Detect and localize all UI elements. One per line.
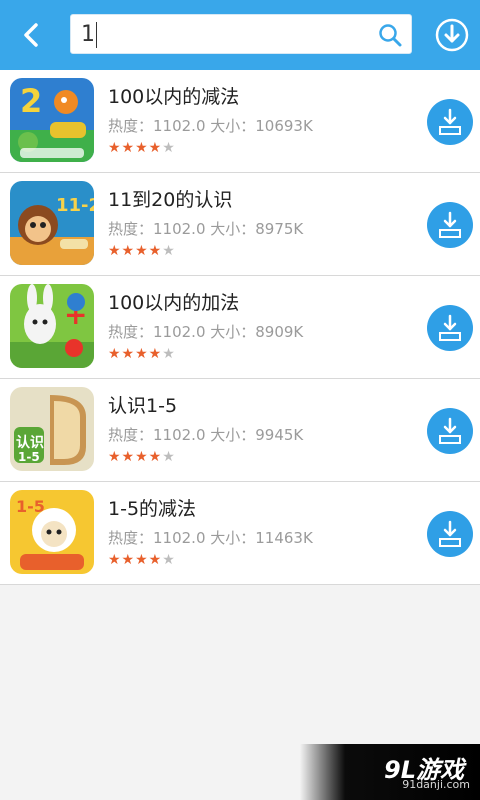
download-button[interactable] bbox=[427, 511, 473, 557]
download-button[interactable] bbox=[427, 202, 473, 248]
rating-stars: ★★★★★ bbox=[108, 243, 176, 259]
app-icon-11-20: 11-20 bbox=[10, 181, 94, 265]
back-button[interactable] bbox=[14, 17, 50, 53]
download-button[interactable] bbox=[427, 408, 473, 454]
watermark-url: 91danji.com bbox=[402, 778, 470, 791]
app-list: 2 100以内的减法 热度：1102.0 大小：10693K ★★★★★ 11-… bbox=[0, 70, 480, 585]
app-icon-1-5-subtraction: 1-5 bbox=[10, 490, 94, 574]
search-icon bbox=[379, 24, 402, 47]
search-input[interactable]: 1 bbox=[70, 14, 412, 54]
rating-stars: ★★★★★ bbox=[108, 552, 176, 568]
svg-text:2: 2 bbox=[20, 82, 42, 120]
list-item[interactable]: 2 100以内的减法 热度：1102.0 大小：10693K ★★★★★ bbox=[0, 70, 480, 173]
download-icon bbox=[439, 417, 461, 444]
text-caret bbox=[96, 22, 97, 48]
app-icon-1-5: 认识 1-5 bbox=[10, 387, 94, 471]
app-icon-100-addition: + bbox=[10, 284, 94, 368]
svg-text:1-5: 1-5 bbox=[16, 497, 45, 516]
app-title: 认识1-5 bbox=[108, 395, 178, 417]
search-input-value: 1 bbox=[81, 22, 95, 47]
app-title: 11到20的认识 bbox=[108, 189, 233, 211]
top-bar: 1 bbox=[0, 0, 480, 70]
app-meta: 热度：1102.0 大小：8909K bbox=[108, 323, 304, 341]
rating-stars: ★★★★★ bbox=[108, 449, 176, 465]
rating-stars: ★★★★★ bbox=[108, 140, 176, 156]
app-meta: 热度：1102.0 大小：8975K bbox=[108, 220, 304, 238]
download-button[interactable] bbox=[427, 99, 473, 145]
svg-text:认识: 认识 bbox=[16, 434, 44, 451]
list-item[interactable]: 认识 1-5 认识1-5 热度：1102.0 大小：9945K ★★★★★ bbox=[0, 379, 480, 482]
list-item[interactable]: 11-20 11到20的认识 热度：1102.0 大小：8975K ★★★★★ bbox=[0, 173, 480, 276]
app-title: 100以内的减法 bbox=[108, 86, 240, 108]
download-button[interactable] bbox=[427, 305, 473, 351]
download-icon bbox=[435, 18, 469, 52]
download-icon bbox=[439, 520, 461, 547]
list-item[interactable]: + 100以内的加法 热度：1102.0 大小：8909K ★★★★★ bbox=[0, 276, 480, 379]
download-manager-button[interactable] bbox=[434, 17, 470, 53]
app-meta: 热度：1102.0 大小：11463K bbox=[108, 529, 313, 547]
svg-text:1-5: 1-5 bbox=[18, 450, 40, 464]
svg-text:11-20: 11-20 bbox=[56, 195, 94, 216]
download-icon bbox=[439, 211, 461, 238]
rating-stars: ★★★★★ bbox=[108, 346, 176, 362]
chevron-left-icon bbox=[24, 23, 38, 47]
watermark: 9L游戏 91danji.com bbox=[300, 744, 480, 800]
app-meta: 热度：1102.0 大小：9945K bbox=[108, 426, 304, 444]
app-icon-100-subtraction: 2 bbox=[10, 78, 94, 162]
app-meta: 热度：1102.0 大小：10693K bbox=[108, 117, 313, 135]
app-title: 100以内的加法 bbox=[108, 292, 240, 314]
search-button[interactable] bbox=[377, 22, 403, 48]
list-item[interactable]: 1-5 1-5的减法 热度：1102.0 大小：11463K ★★★★★ bbox=[0, 482, 480, 585]
app-title: 1-5的减法 bbox=[108, 498, 197, 520]
download-icon bbox=[439, 314, 461, 341]
download-icon bbox=[439, 108, 461, 135]
